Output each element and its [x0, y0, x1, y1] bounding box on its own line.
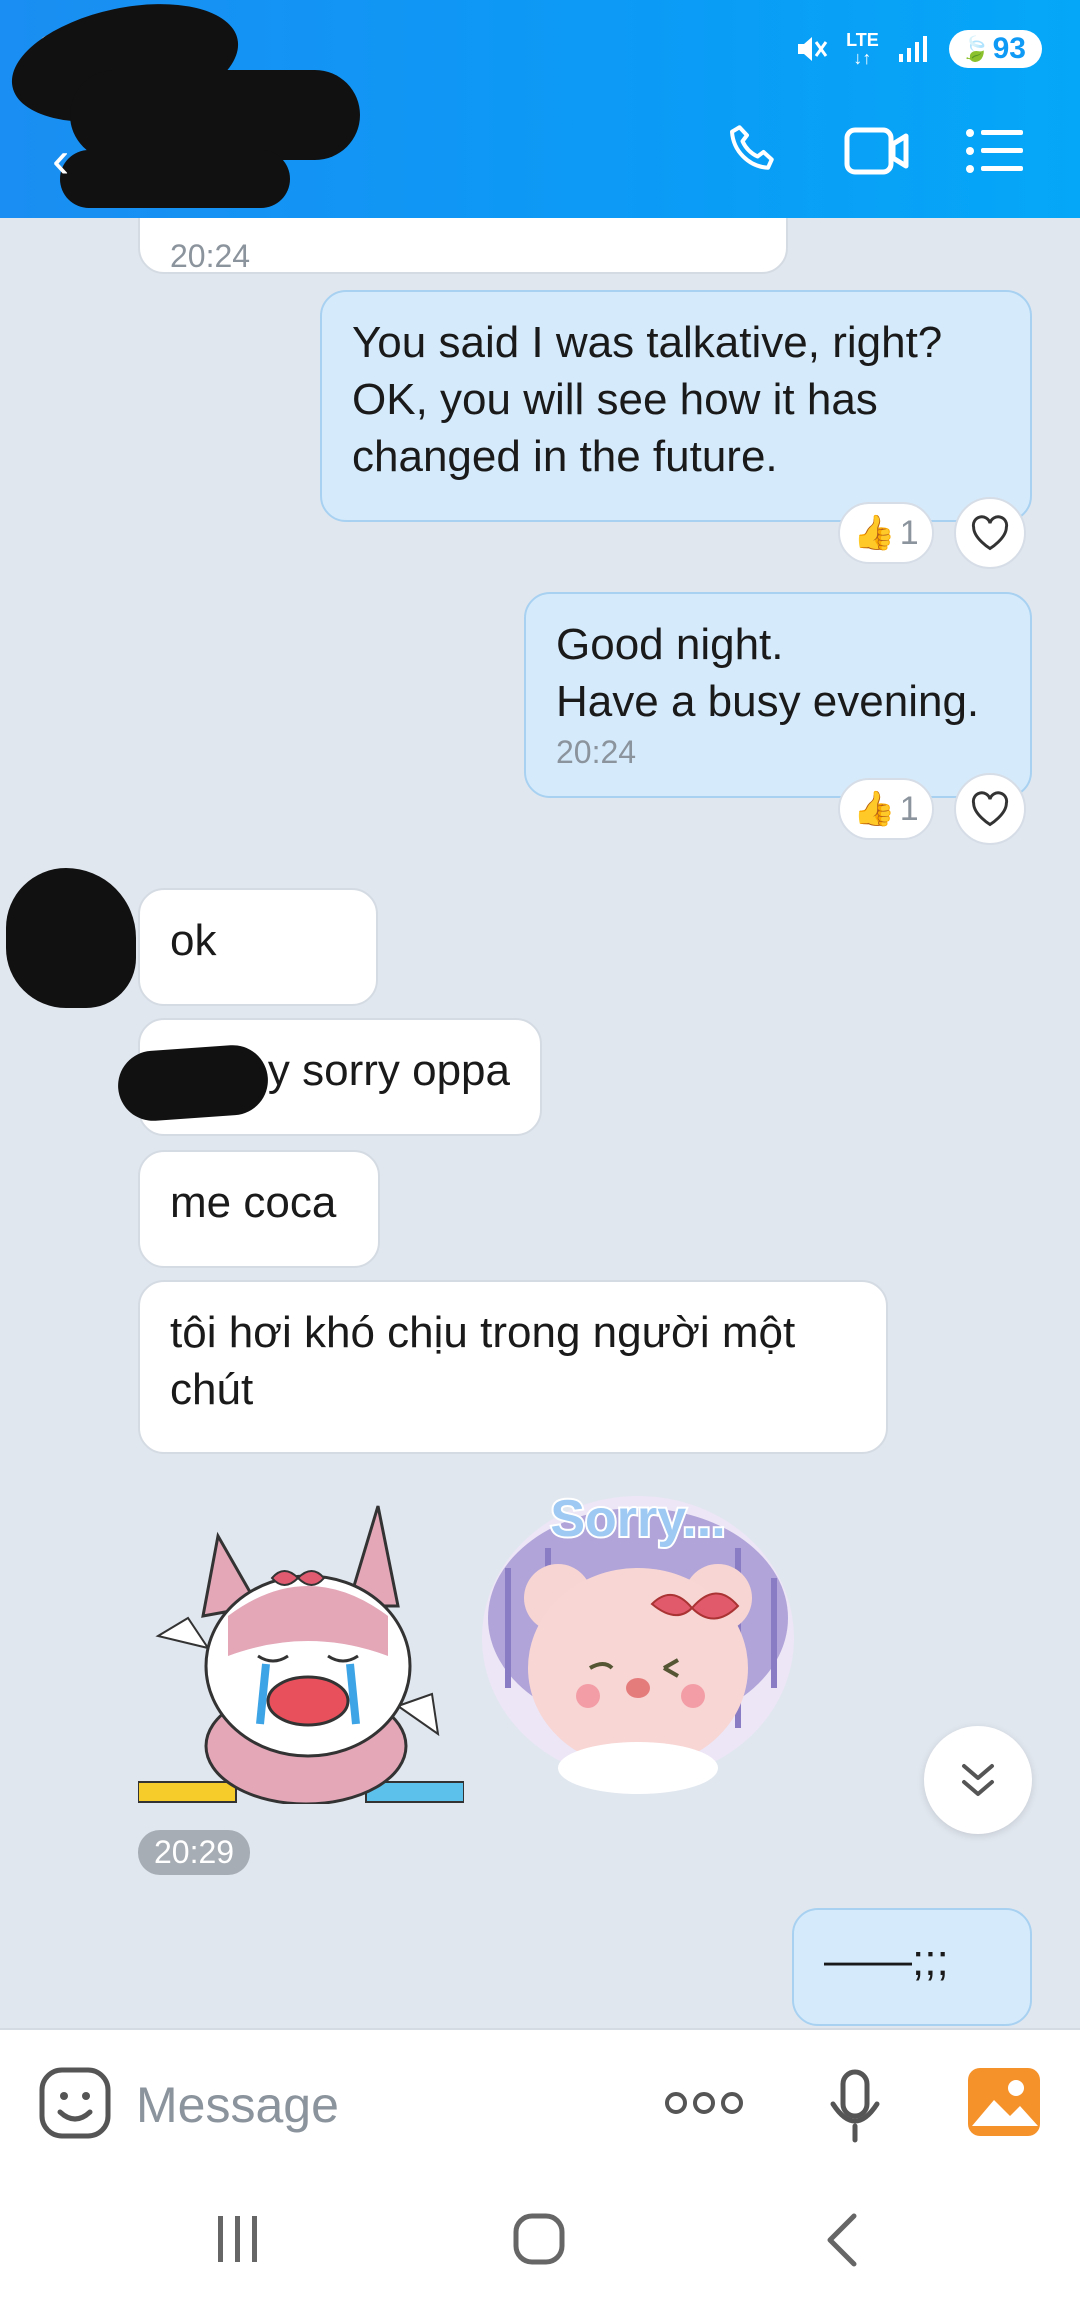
scroll-to-bottom-button[interactable]: [924, 1726, 1032, 1834]
redaction-mark: [60, 150, 290, 208]
home-icon[interactable]: [512, 2212, 566, 2266]
mute-icon: [798, 37, 828, 61]
more-options-icon[interactable]: [664, 2088, 744, 2118]
outgoing-message-bubble[interactable]: ——;;;: [792, 1908, 1032, 2026]
redaction-mark: [70, 70, 360, 160]
thumbs-up-reaction[interactable]: 👍 1: [838, 778, 934, 840]
menu-button[interactable]: [960, 118, 1030, 184]
message-text: ok: [170, 916, 217, 965]
thumbs-up-reaction[interactable]: 👍 1: [838, 502, 934, 564]
video-camera-icon: [844, 127, 909, 175]
emoji-sticker-icon[interactable]: [38, 2066, 112, 2140]
lte-indicator: LTE ↓↑: [846, 30, 879, 68]
signal-icon: [898, 36, 927, 62]
avatar[interactable]: [6, 868, 136, 1008]
leaf-icon: 🍃: [960, 35, 991, 63]
microphone-icon[interactable]: [828, 2068, 882, 2144]
menu-list-icon: [966, 129, 1023, 173]
incoming-message-bubble[interactable]: tôi hơi khó chịu trong người một chút: [138, 1280, 888, 1454]
message-text: OK, you will see how it has: [352, 375, 878, 424]
battery-indicator: 🍃 93: [948, 30, 1042, 68]
system-navigation-bar: [0, 2176, 1080, 2316]
message-time: 20:24: [170, 238, 251, 274]
message-text: ——;;;: [824, 1936, 949, 1985]
outgoing-message-bubble[interactable]: You said I was talkative, right? OK, you…: [320, 290, 1032, 522]
heart-icon: [971, 515, 1009, 551]
outgoing-message-bubble[interactable]: Good night. Have a busy evening. 20:24: [524, 592, 1032, 798]
chat-messages-area[interactable]: 20:24 You said I was talkative, right? O…: [0, 218, 1080, 2028]
back-arrow-icon[interactable]: ‹: [52, 130, 69, 190]
crying-bunny-sticker[interactable]: [138, 1496, 464, 1804]
message-time: 20:24: [556, 734, 637, 770]
photo-gallery-icon[interactable]: [966, 2066, 1042, 2138]
message-text: Good night.: [556, 620, 784, 669]
message-text: tôi hơi khó chịu trong người một: [170, 1308, 796, 1357]
message-text: me coca: [170, 1178, 337, 1227]
message-input[interactable]: [136, 2070, 636, 2140]
react-heart-button[interactable]: [954, 497, 1026, 569]
message-text: y sorry oppa: [267, 1046, 510, 1095]
video-call-button[interactable]: [842, 118, 912, 184]
message-text: Have a busy evening.: [556, 677, 980, 726]
sorry-bear-sticker[interactable]: Sorry...: [478, 1488, 796, 1800]
phone-icon: [730, 125, 774, 170]
react-heart-button[interactable]: [954, 773, 1026, 845]
thumbs-up-icon: 👍: [853, 790, 896, 828]
recent-apps-icon[interactable]: [214, 2214, 262, 2264]
incoming-message-bubble[interactable]: me coca: [138, 1150, 380, 1268]
message-text: chút: [170, 1365, 254, 1414]
incoming-message-bubble[interactable]: 20:24: [138, 218, 788, 274]
message-text: You said I was talkative, right?: [352, 318, 943, 367]
incoming-message-bubble[interactable]: ok: [138, 888, 378, 1006]
sticker-caption: Sorry...: [550, 1490, 725, 1548]
redaction-mark: [115, 1042, 271, 1124]
sticker-time-badge: 20:29: [138, 1830, 251, 1875]
message-text: changed in the future.: [352, 432, 778, 481]
double-chevron-down-icon: [962, 1764, 994, 1796]
heart-icon: [971, 791, 1009, 827]
thumbs-up-icon: 👍: [853, 514, 896, 552]
message-composer: [0, 2028, 1080, 2176]
chat-header: S LTE↓↑ 🍃93 ‹: [0, 0, 1080, 218]
call-button[interactable]: [718, 118, 788, 184]
back-icon[interactable]: [822, 2212, 862, 2268]
status-icons: LTE ↓↑ 🍃 93: [794, 26, 1042, 72]
